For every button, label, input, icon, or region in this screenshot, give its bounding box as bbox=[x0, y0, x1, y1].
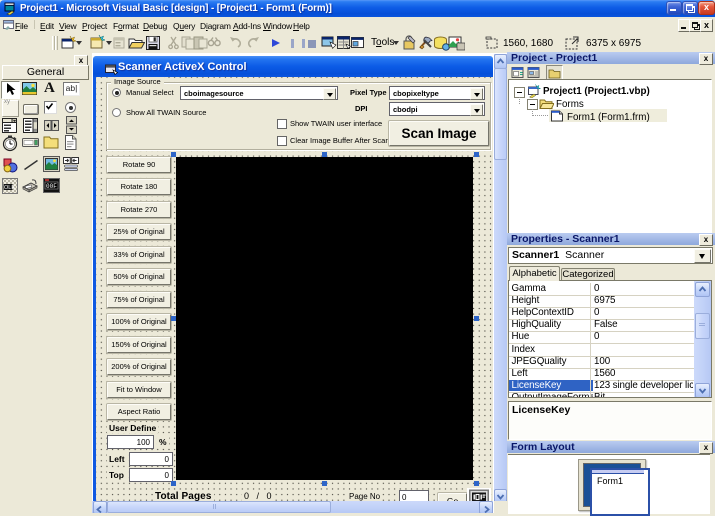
svg-text:OLE: OLE bbox=[4, 185, 15, 191]
svg-text:00F: 00F bbox=[46, 183, 57, 190]
